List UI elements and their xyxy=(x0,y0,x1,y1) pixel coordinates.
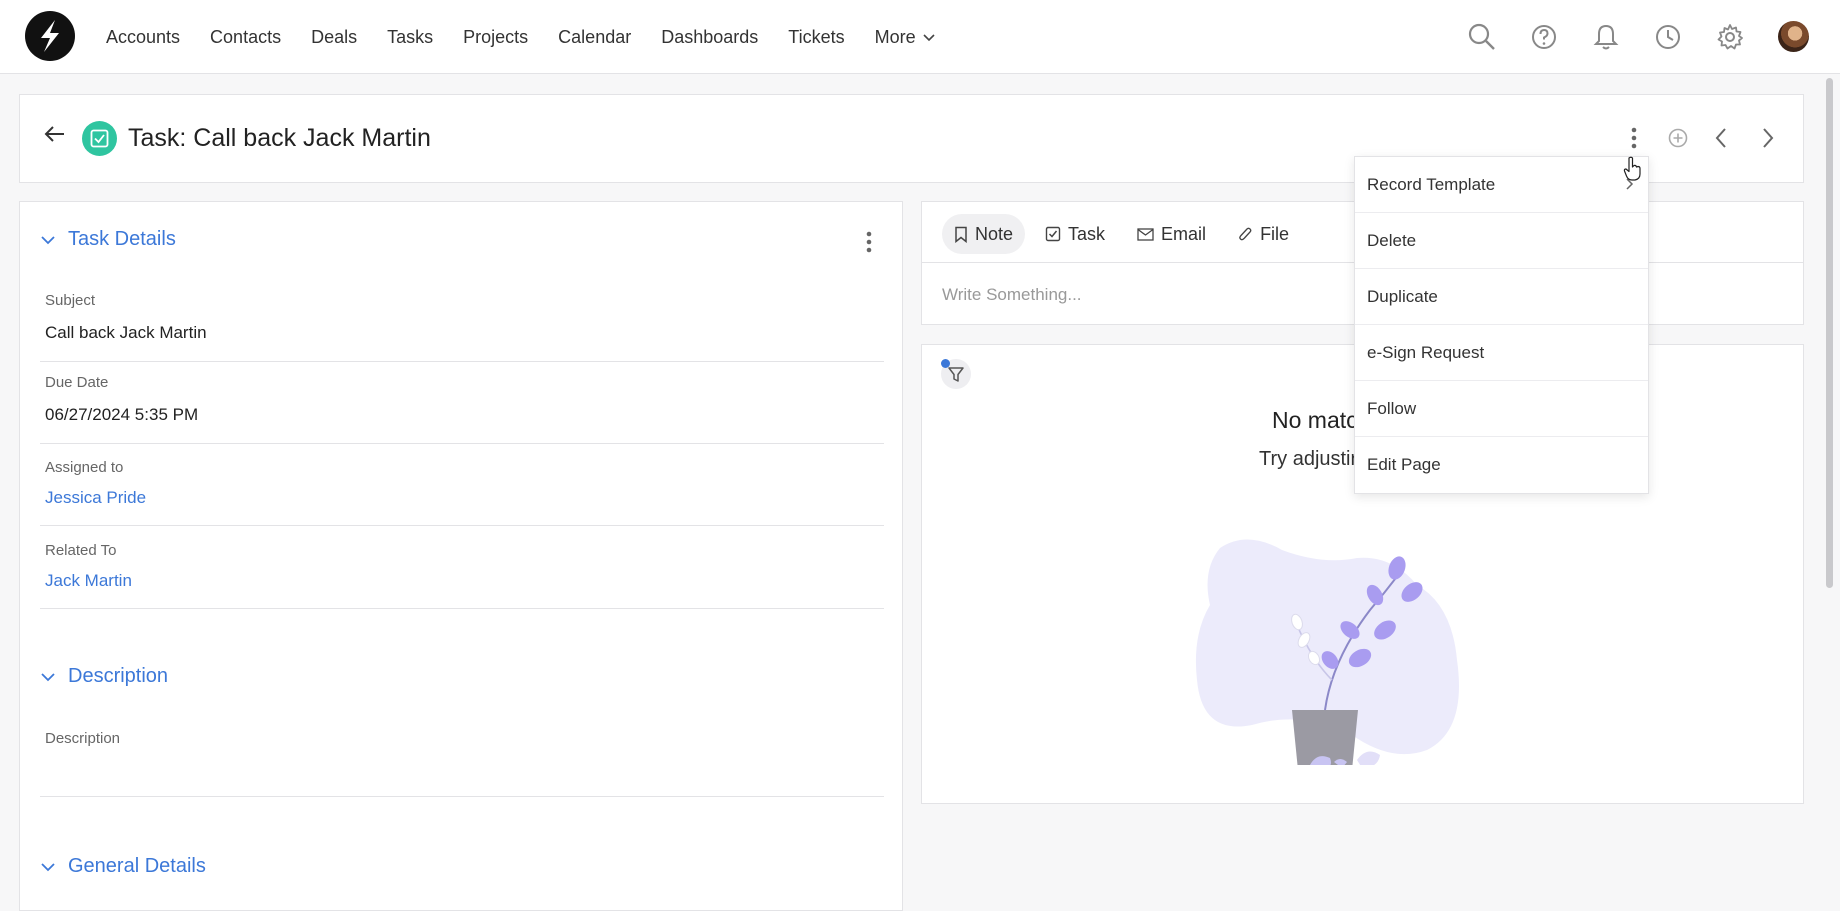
page-scrollbar[interactable] xyxy=(1826,78,1833,588)
gear-icon[interactable] xyxy=(1714,21,1746,53)
menu-item-esign-request[interactable]: e-Sign Request xyxy=(1355,325,1648,381)
previous-record-icon[interactable] xyxy=(1714,126,1728,150)
composer-input[interactable]: Write Something... xyxy=(942,285,1082,305)
empty-plant-illustration xyxy=(1195,539,1459,765)
related-record-link[interactable]: Jack Martin xyxy=(45,571,132,591)
nav-item-dashboards[interactable]: Dashboards xyxy=(661,27,758,48)
app-logo[interactable] xyxy=(25,11,75,61)
task-type-badge xyxy=(82,121,117,156)
composer-tabs: Note Task Email File xyxy=(942,214,1301,254)
chevron-down-icon xyxy=(41,235,55,244)
menu-item-label: Follow xyxy=(1367,398,1417,418)
field-value[interactable]: Call back Jack Martin xyxy=(45,323,207,343)
field-label: Subject xyxy=(45,292,96,309)
chevron-down-icon xyxy=(923,34,935,42)
menu-item-label: Delete xyxy=(1367,230,1417,250)
menu-item-label: e-Sign Request xyxy=(1367,342,1485,362)
menu-item-record-template[interactable]: Record Template xyxy=(1355,157,1648,213)
paperclip-icon xyxy=(1239,227,1252,240)
general-details-section-header[interactable]: General Details xyxy=(40,855,206,878)
tab-label: Email xyxy=(1161,223,1207,244)
envelope-icon xyxy=(1137,227,1154,241)
nav-item-contacts[interactable]: Contacts xyxy=(210,27,281,48)
field-related-to: Related To Jack Martin xyxy=(40,540,884,609)
nav-more-menu[interactable]: More xyxy=(875,27,936,48)
filter-active-dot xyxy=(941,359,950,368)
tab-email[interactable]: Email xyxy=(1125,214,1218,254)
assigned-user-link[interactable]: Jessica Pride xyxy=(45,488,146,508)
nav-item-deals[interactable]: Deals xyxy=(311,27,357,48)
checkbox-icon xyxy=(90,129,109,148)
bell-icon[interactable] xyxy=(1590,21,1622,53)
description-section-header[interactable]: Description xyxy=(40,665,168,688)
search-icon[interactable] xyxy=(1466,21,1498,53)
tab-file[interactable]: File xyxy=(1226,214,1301,254)
menu-item-label: Edit Page xyxy=(1367,455,1441,474)
tab-label: Note xyxy=(975,223,1014,244)
field-label: Due Date xyxy=(45,374,109,391)
more-options-icon[interactable] xyxy=(1630,126,1638,150)
section-title: Task Details xyxy=(68,228,176,250)
menu-item-label: Record Template xyxy=(1367,174,1496,194)
recent-history-icon[interactable] xyxy=(1652,21,1684,53)
menu-item-duplicate[interactable]: Duplicate xyxy=(1355,269,1648,325)
nav-item-tasks[interactable]: Tasks xyxy=(387,27,433,48)
nav-item-tickets[interactable]: Tickets xyxy=(788,27,844,48)
nav-more-label: More xyxy=(874,26,916,47)
empty-state-title: No matc xyxy=(1272,407,1358,433)
section-title: General Details xyxy=(68,855,206,877)
nav-item-calendar[interactable]: Calendar xyxy=(558,27,631,48)
main-nav: Accounts Contacts Deals Tasks Projects C… xyxy=(106,0,966,74)
nav-item-accounts[interactable]: Accounts xyxy=(106,27,180,48)
next-record-icon[interactable] xyxy=(1761,126,1775,150)
field-description: Description xyxy=(40,728,884,797)
field-subject: Subject Call back Jack Martin xyxy=(40,290,884,362)
nav-item-projects[interactable]: Projects xyxy=(463,27,528,48)
field-label: Related To xyxy=(45,542,117,559)
back-arrow-icon[interactable] xyxy=(44,125,66,143)
field-due-date: Due Date 06/27/2024 5:35 PM xyxy=(40,372,884,444)
page-title: Task: Call back Jack Martin xyxy=(128,124,431,152)
field-label: Assigned to xyxy=(45,459,124,476)
user-avatar[interactable] xyxy=(1778,21,1809,52)
menu-item-edit-page[interactable]: Edit Page xyxy=(1355,437,1648,493)
tab-note[interactable]: Note xyxy=(942,214,1026,254)
tab-label: Task xyxy=(1068,223,1106,244)
menu-item-follow[interactable]: Follow xyxy=(1355,381,1648,437)
help-icon[interactable] xyxy=(1528,21,1560,53)
section-title: Description xyxy=(68,665,169,687)
tab-task[interactable]: Task xyxy=(1033,214,1117,254)
tab-label: File xyxy=(1260,223,1290,244)
chevron-down-icon xyxy=(41,862,55,871)
field-assigned-to: Assigned to Jessica Pride xyxy=(40,457,884,526)
bookmark-icon xyxy=(955,226,967,243)
details-panel: Task Details Subject Call back Jack Mart… xyxy=(19,201,903,911)
section-more-icon[interactable] xyxy=(865,230,873,254)
field-value[interactable]: 06/27/2024 5:35 PM xyxy=(45,405,198,425)
top-navigation-bar: Accounts Contacts Deals Tasks Projects C… xyxy=(0,0,1840,74)
empty-state-subtitle: Try adjustir xyxy=(1259,448,1358,470)
chevron-down-icon xyxy=(41,672,55,681)
hand-cursor-icon xyxy=(1623,156,1641,181)
task-details-section-header[interactable]: Task Details xyxy=(40,228,176,251)
field-label: Description xyxy=(45,730,121,747)
logo-icon xyxy=(41,20,59,52)
timeline-filter-button[interactable] xyxy=(941,359,971,389)
menu-item-label: Duplicate xyxy=(1367,286,1438,306)
add-circle-icon[interactable] xyxy=(1667,127,1689,149)
record-actions-dropdown: Record Template Delete Duplicate e-Sign … xyxy=(1354,156,1649,494)
menu-item-delete[interactable]: Delete xyxy=(1355,213,1648,269)
checkbox-icon xyxy=(1045,226,1061,242)
